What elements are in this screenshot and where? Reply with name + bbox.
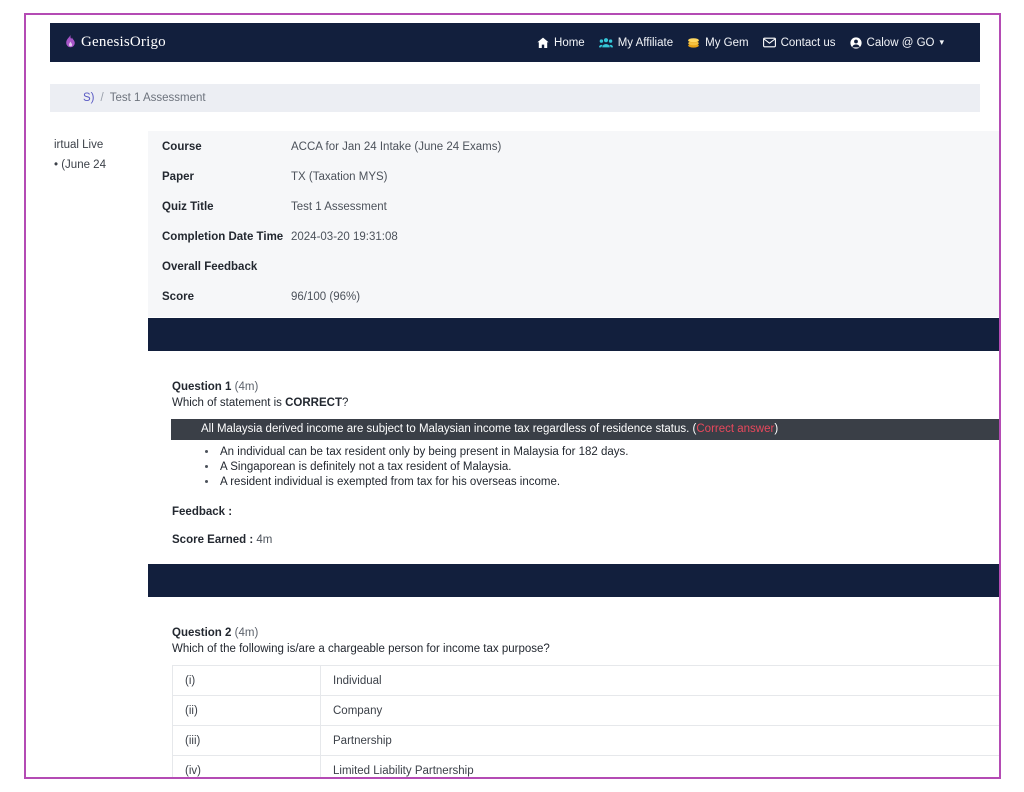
question-1-answer-list: An individual can be tax resident only b… <box>172 445 999 490</box>
question-1-score-earned: Score Earned : 4m <box>172 534 999 546</box>
breadcrumb-separator: / <box>100 92 104 104</box>
nav-item-home[interactable]: Home <box>537 37 585 49</box>
nav-links: Home My Affiliate My Gem Contact us Calo… <box>537 37 966 49</box>
statement-text: Partnership <box>320 725 999 756</box>
question-1-prompt: Which of statement is CORRECT? <box>172 397 999 409</box>
info-label: Completion Date Time <box>162 231 284 243</box>
sidebar-line-1: irtual Live <box>54 139 104 151</box>
info-row-score: Score 96/100 (96%) <box>148 291 999 321</box>
info-row-completion-date-time: Completion Date Time 2024-03-20 19:31:08 <box>148 231 999 261</box>
info-row-paper: Paper TX (Taxation MYS) <box>148 171 999 201</box>
info-label: Course <box>162 141 202 153</box>
table-row: (ii) Company <box>172 695 999 726</box>
nav-item-contact-us[interactable]: Contact us <box>762 36 836 49</box>
question-2-prompt: Which of the following is/are a chargeab… <box>172 643 550 655</box>
nav-item-account[interactable]: Calow @ GO ▾ <box>849 36 944 49</box>
question-1-number: Question 1 <box>172 381 232 393</box>
page-frame: GenesisOrigo Home My Affiliate My Gem Co… <box>24 13 1001 779</box>
home-icon <box>537 37 549 49</box>
sidebar-clipped-text: irtual Live • (June 24 <box>54 135 142 175</box>
statement-roman: (ii) <box>172 695 321 726</box>
table-row: (iv) Limited Liability Partnership <box>172 755 999 777</box>
info-label: Quiz Title <box>162 201 214 213</box>
section-divider-bar-2 <box>148 564 999 597</box>
nav-item-my-affiliate[interactable]: My Affiliate <box>598 36 674 49</box>
breadcrumb-parent-link[interactable]: S) <box>83 92 95 104</box>
table-row: (iii) Partnership <box>172 725 999 756</box>
brand-name: GenesisOrigo <box>81 34 166 50</box>
info-value: 2024-03-20 19:31:08 <box>291 231 398 243</box>
info-row-quiz-title: Quiz Title Test 1 Assessment <box>148 201 999 231</box>
coin-stack-icon <box>687 37 700 49</box>
info-value: 96/100 (96%) <box>291 291 361 303</box>
nav-item-my-gem-label: My Gem <box>705 36 749 49</box>
question-1-score-value: 4m <box>256 534 273 546</box>
statement-text: Company <box>320 695 999 726</box>
sidebar-line-2: • (June 24 <box>54 159 106 171</box>
question-1-correct-answer-row[interactable]: All Malaysia derived income are subject … <box>171 419 999 440</box>
breadcrumb: S) / Test 1 Assessment <box>50 84 980 112</box>
question-block-1: Question 1 (4m) Which of statement is CO… <box>171 381 999 546</box>
question-1-prompt-before: Which of statement is <box>172 397 286 409</box>
table-row: (i) Individual <box>172 665 999 696</box>
question-1-feedback: Feedback : <box>172 506 999 518</box>
question-2-number: Question 2 <box>172 627 232 639</box>
info-value: Test 1 Assessment <box>291 201 387 213</box>
envelope-icon <box>762 37 776 48</box>
question-1-prompt-after: ? <box>342 397 349 409</box>
statement-text: Individual <box>320 665 999 696</box>
section-divider-bar-1 <box>148 318 999 351</box>
nav-item-my-gem[interactable]: My Gem <box>687 36 749 49</box>
question-1-heading: Question 1 (4m) <box>172 381 999 393</box>
statement-text: Limited Liability Partnership <box>320 755 999 777</box>
statement-roman: (i) <box>172 665 321 696</box>
info-label: Paper <box>162 171 194 183</box>
question-1-correct-close: ) <box>774 423 779 435</box>
info-row-overall-feedback: Overall Feedback <box>148 261 999 291</box>
top-navbar: GenesisOrigo Home My Affiliate My Gem Co… <box>50 23 980 62</box>
question-1-correct-answer-text: All Malaysia derived income are subject … <box>201 423 697 435</box>
nav-item-contact-us-label: Contact us <box>780 36 836 49</box>
question-2-statements-table: (i) Individual (ii) Company (iii) Partne… <box>172 665 999 777</box>
info-label: Overall Feedback <box>162 261 258 273</box>
quiz-info-panel: Course ACCA for Jan 24 Intake (June 24 E… <box>148 131 999 317</box>
flame-icon <box>64 35 77 50</box>
people-group-icon <box>598 37 613 49</box>
question-2-marks: (4m) <box>234 627 259 639</box>
brand-logo[interactable]: GenesisOrigo <box>64 34 166 51</box>
nav-item-account-label: Calow @ GO <box>866 36 935 49</box>
question-1-prompt-bold: CORRECT <box>285 397 342 409</box>
correct-answer-badge: Correct answer <box>696 423 775 435</box>
nav-item-home-label: Home <box>554 36 585 49</box>
question-1-score-label: Score Earned : <box>172 534 254 546</box>
info-row-course: Course ACCA for Jan 24 Intake (June 24 E… <box>148 141 999 171</box>
nav-item-my-affiliate-label: My Affiliate <box>617 36 674 49</box>
info-label: Score <box>162 291 194 303</box>
statement-roman: (iii) <box>172 725 321 756</box>
user-circle-icon <box>849 36 862 49</box>
info-value: TX (Taxation MYS) <box>291 171 388 183</box>
answer-option[interactable]: An individual can be tax resident only b… <box>218 445 999 460</box>
question-block-2: Question 2 (4m) Which of the following i… <box>172 627 999 777</box>
info-value: ACCA for Jan 24 Intake (June 24 Exams) <box>291 141 502 153</box>
breadcrumb-current: Test 1 Assessment <box>109 92 206 104</box>
question-1-feedback-label: Feedback : <box>172 506 233 518</box>
answer-option[interactable]: A Singaporean is definitely not a tax re… <box>218 460 999 475</box>
question-2-heading: Question 2 (4m) <box>172 627 999 639</box>
statement-roman: (iv) <box>172 755 321 777</box>
answer-option[interactable]: A resident individual is exempted from t… <box>218 475 999 490</box>
question-1-marks: (4m) <box>234 381 259 393</box>
chevron-down-icon: ▾ <box>939 37 944 47</box>
